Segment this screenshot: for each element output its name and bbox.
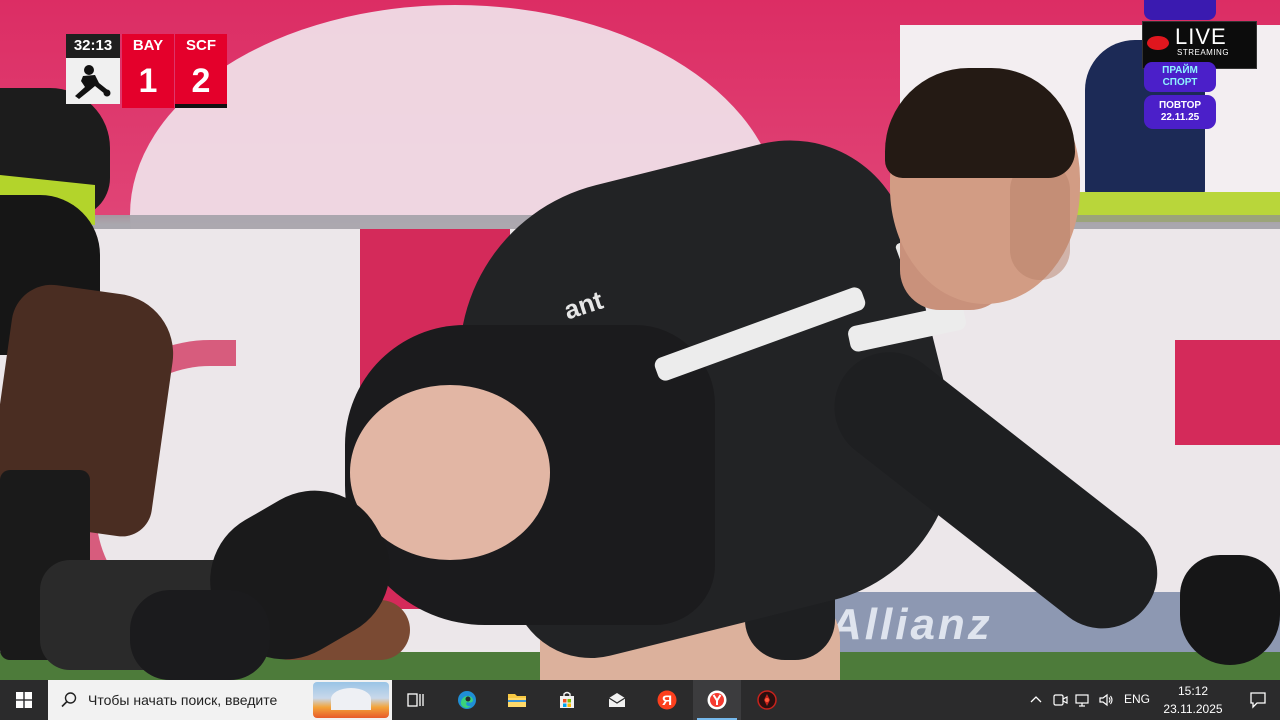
taskbar-mail[interactable]	[593, 680, 641, 720]
replay-badge: ПОВТОР 22.11.25	[1144, 95, 1216, 129]
away-color-bar	[175, 104, 227, 108]
volume-icon[interactable]	[1098, 692, 1114, 708]
video-frame[interactable]: Allianz ant 32:13 BAY SCF 1 2 LIVE STREA…	[0, 0, 1280, 680]
taskbar-yandex-browser[interactable]	[693, 680, 741, 720]
chevron-up-icon[interactable]	[1028, 692, 1044, 708]
file-explorer-icon	[508, 694, 526, 707]
windows-taskbar: Чтобы начать поиск, введите Я ENG 15:12 …	[0, 680, 1280, 720]
bundesliga-logo-icon	[66, 58, 120, 104]
notification-icon	[1250, 692, 1266, 709]
away-score: 2	[175, 58, 227, 104]
away-team-label: SCF	[175, 34, 227, 58]
taskbar-store[interactable]	[543, 680, 591, 720]
replay-label: ПОВТОР	[1158, 100, 1202, 111]
taskbar-yandex[interactable]: Я	[643, 680, 691, 720]
language-indicator[interactable]: ENG	[1124, 692, 1150, 706]
main-player-shin	[130, 590, 270, 680]
yandex-icon: Я	[657, 690, 677, 710]
system-tray	[1020, 680, 1140, 720]
taskbar-search-box[interactable]: Чтобы начать поиск, введите	[48, 680, 392, 720]
edge-icon	[458, 691, 476, 709]
microsoft-store-icon	[560, 691, 574, 708]
channel-name-line2: СПОРТ	[1162, 77, 1198, 88]
home-team-label: BAY	[122, 34, 174, 58]
mail-icon	[608, 693, 626, 707]
windows-logo-icon	[16, 692, 32, 708]
live-label: LIVE	[1175, 24, 1227, 49]
live-sub-label: STREAMING	[1177, 48, 1230, 57]
main-player-glove	[1180, 555, 1280, 665]
home-color-bar	[122, 104, 174, 108]
taskbar-media-app[interactable]	[743, 680, 791, 720]
channel-name-line1: ПРАЙМ	[1162, 65, 1198, 76]
board-red-square	[1175, 340, 1280, 445]
search-highlight-image[interactable]	[313, 682, 389, 718]
channel-tab	[1144, 0, 1216, 20]
channel-badge: ПРАЙМ СПОРТ	[1144, 62, 1216, 92]
home-score: 1	[122, 58, 174, 104]
network-icon[interactable]	[1075, 692, 1091, 708]
media-app-icon	[757, 690, 777, 710]
task-view-button[interactable]	[392, 680, 440, 720]
svg-text:Я: Я	[662, 692, 672, 708]
yandex-browser-icon	[707, 690, 727, 710]
start-button[interactable]	[0, 680, 48, 720]
meet-now-icon[interactable]	[1052, 692, 1068, 708]
replay-date: 22.11.25	[1160, 112, 1200, 123]
scoreboard: 32:13 BAY SCF 1 2	[66, 34, 228, 108]
action-center-button[interactable]	[1236, 680, 1280, 720]
live-record-icon	[1147, 36, 1169, 50]
taskbar-edge[interactable]	[443, 680, 491, 720]
search-icon	[61, 692, 77, 708]
ad-banner-text: Allianz	[830, 600, 993, 649]
clock-time: 15:12	[1177, 684, 1209, 698]
task-view-icon	[407, 693, 424, 707]
taskbar-file-explorer[interactable]	[493, 680, 541, 720]
match-clock: 32:13	[66, 34, 120, 58]
clock-date: 23.11.2025	[1163, 702, 1223, 716]
search-placeholder: Чтобы начать поиск, введите	[88, 692, 278, 708]
main-player-face	[1010, 160, 1070, 280]
